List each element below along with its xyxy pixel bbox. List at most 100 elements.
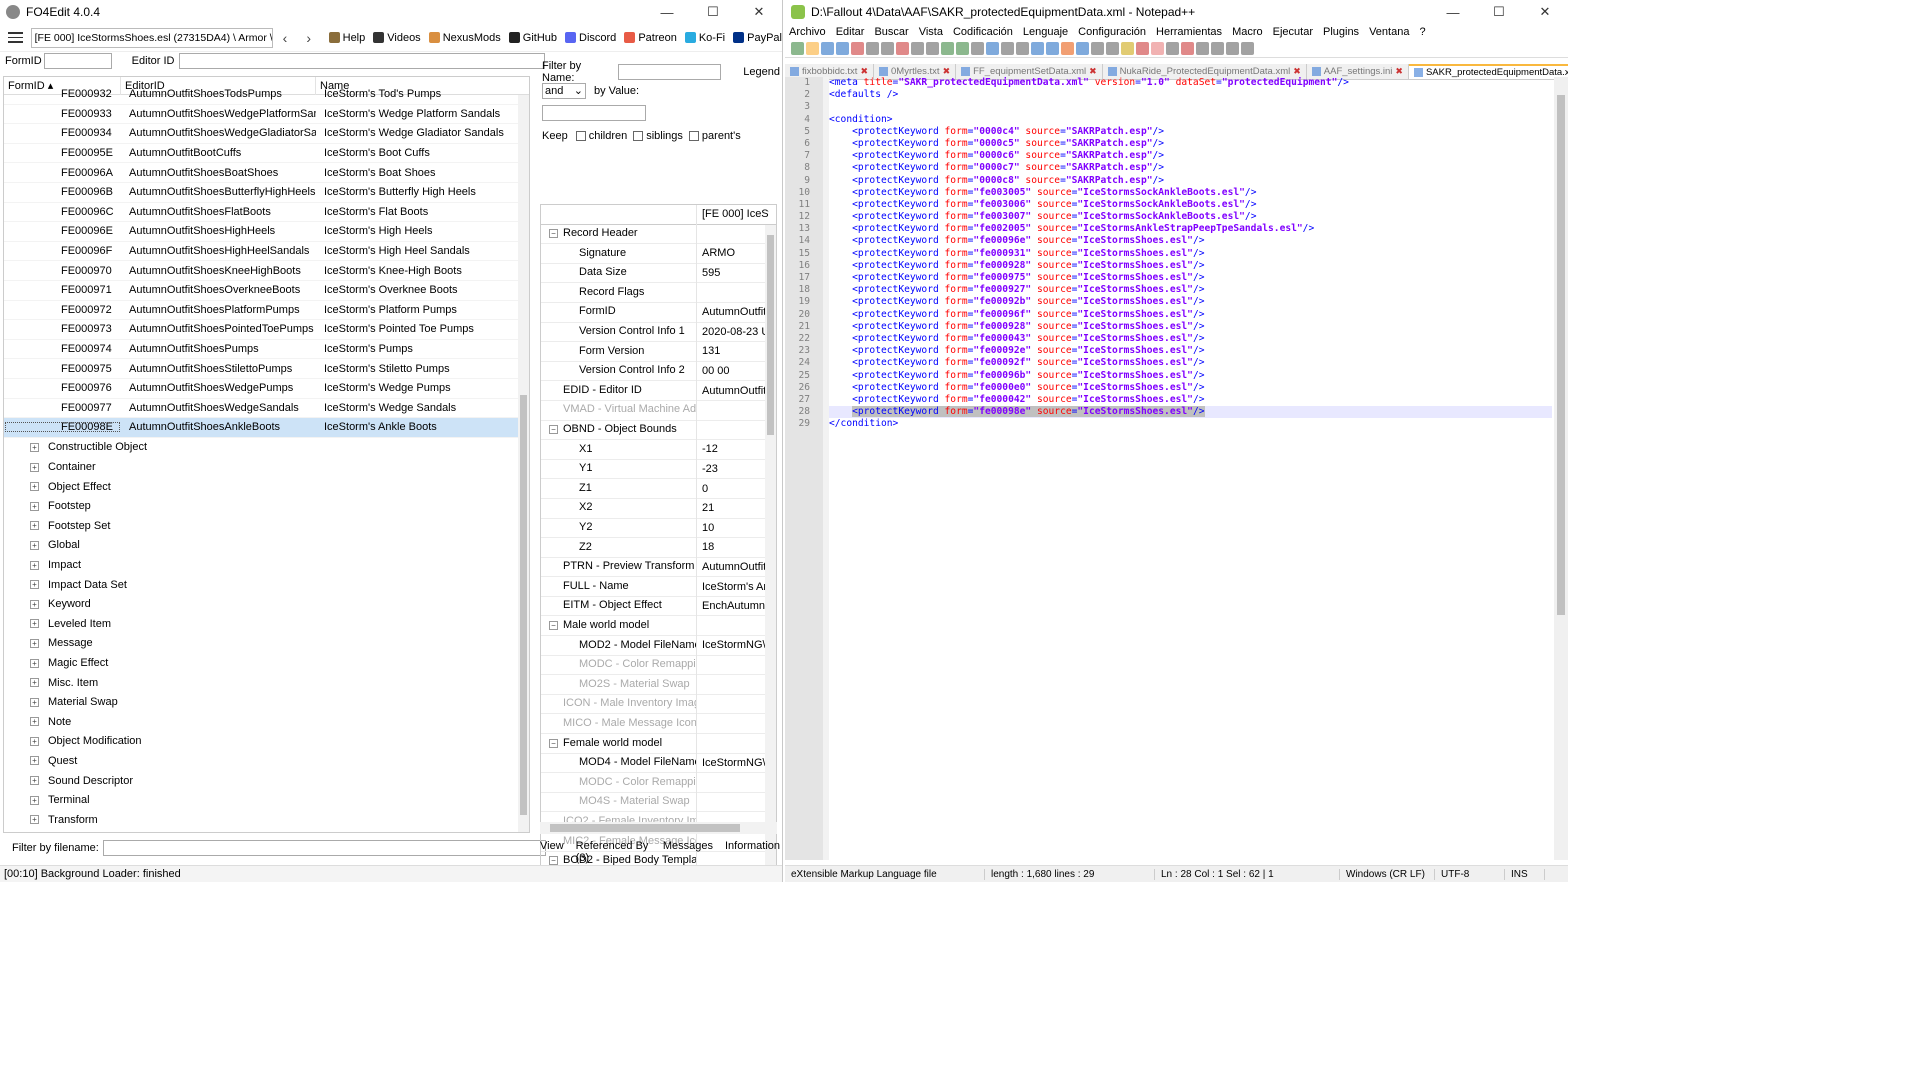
menu-item[interactable]: Configuración [1078, 26, 1146, 38]
tree-group[interactable]: + Transform [4, 810, 529, 830]
tree-group[interactable]: + Magic Effect [4, 653, 529, 673]
minimize-button[interactable]: — [1430, 0, 1476, 24]
tree-group[interactable]: + Constructible Object [4, 438, 529, 458]
code-line[interactable]: <protectKeyword form="0000c5" source="SA… [829, 138, 1552, 150]
expand-plus-icon[interactable]: + [30, 540, 39, 550]
record-field[interactable]: FULL - Name IceStorm's Ankl [541, 576, 776, 597]
keep-children-checkbox[interactable] [575, 131, 586, 141]
record-field[interactable]: Z1 0 [541, 478, 776, 499]
toolbar-github-button[interactable]: GitHub [508, 32, 557, 44]
toolbar-discord-button[interactable]: Discord [565, 32, 616, 44]
collapse-minus-icon[interactable]: − [549, 229, 558, 239]
toolbar-patreon-button[interactable]: Patreon [624, 32, 677, 44]
menu-item[interactable]: Ejecutar [1273, 26, 1313, 38]
collapse-minus-icon[interactable]: − [549, 425, 558, 435]
code-line[interactable]: <protectKeyword form="fe000927" source="… [829, 284, 1552, 296]
record-field[interactable]: MODC - Color Remappin... [541, 655, 776, 676]
expand-plus-icon[interactable]: + [30, 776, 39, 786]
record-field[interactable]: Y1 -23 [541, 459, 776, 480]
legend-button[interactable]: Legend [743, 66, 780, 78]
editor-scrollbar[interactable] [1554, 77, 1568, 860]
code-line[interactable]: <protectKeyword form="fe003005" source="… [829, 187, 1552, 199]
toolbar-icon[interactable] [1151, 42, 1164, 55]
record-field[interactable]: PTRN - Preview Transform AutumnOutfitSh [541, 557, 776, 578]
code-line[interactable]: <protectKeyword form="fe003007" source="… [829, 211, 1552, 223]
code-line[interactable]: <meta title="SAKR_protectedEquipmentData… [829, 77, 1552, 89]
code-line[interactable]: <protectKeyword form="fe000975" source="… [829, 272, 1552, 284]
code-line[interactable] [829, 101, 1552, 113]
tree-group[interactable]: + Quest [4, 751, 529, 771]
record-field[interactable]: Form Version 131 [541, 341, 776, 362]
toolbar-icon[interactable] [806, 42, 819, 55]
code-line[interactable]: <protectKeyword form="fe00092b" source="… [829, 296, 1552, 308]
expand-plus-icon[interactable]: + [30, 697, 39, 707]
toolbar-icon[interactable] [1016, 42, 1029, 55]
expand-plus-icon[interactable]: + [30, 736, 39, 746]
tree-group[interactable]: + Footstep [4, 496, 529, 516]
code-line[interactable]: <protectKeyword form="fe00096b" source="… [829, 370, 1552, 382]
code-line[interactable]: <protectKeyword form="fe00096f" source="… [829, 309, 1552, 321]
toolbar-icon[interactable] [836, 42, 849, 55]
tree-group[interactable]: + Misc. Item [4, 673, 529, 693]
expand-plus-icon[interactable]: + [30, 482, 39, 492]
table-row[interactable]: FE00096C AutumnOutfitShoesFlatBoots IceSto… [4, 203, 529, 223]
table-row[interactable]: FE000971 AutumnOutfitShoesOverkneeBoots Ic… [4, 281, 529, 301]
code-line[interactable]: <protectKeyword form="0000c6" source="SA… [829, 150, 1552, 162]
toolbar-help-button[interactable]: Help [328, 32, 365, 44]
toolbar-icon[interactable] [1226, 42, 1239, 55]
toolbar-icon[interactable] [971, 42, 984, 55]
toolbar-icon[interactable] [1136, 42, 1149, 55]
editorid-input[interactable] [179, 53, 546, 69]
toolbar-icon[interactable] [1076, 42, 1089, 55]
tree-group[interactable]: + Keyword [4, 594, 529, 614]
toolbar-icon[interactable] [956, 42, 969, 55]
toolbar-kofi-button[interactable]: Ko-Fi [684, 32, 725, 44]
table-row[interactable]: FE000972 AutumnOutfitShoesPlatformPumps Ic… [4, 301, 529, 321]
menu-item[interactable]: Buscar [874, 26, 908, 38]
record-field[interactable]: Version Control Info 1 2020-08-23 Use [541, 322, 776, 343]
expand-plus-icon[interactable]: + [30, 638, 39, 648]
record-field[interactable]: Y2 10 [541, 518, 776, 539]
code-line[interactable]: <protectKeyword form="fe00096e" source="… [829, 235, 1552, 247]
toolbar-icon[interactable] [851, 42, 864, 55]
code-line[interactable]: <protectKeyword form="fe00092f" source="… [829, 357, 1552, 369]
record-field[interactable]: ICON - Male Inventory Image [541, 694, 776, 715]
tab-view[interactable]: View [540, 840, 564, 864]
table-row[interactable]: FE00096E AutumnOutfitShoesHighHeels IceSto… [4, 222, 529, 242]
menu-item[interactable]: Archivo [789, 26, 826, 38]
tree-group[interactable]: + Object Effect [4, 477, 529, 497]
record-field[interactable]: EDID - Editor ID AutumnOutfitSh [541, 380, 776, 401]
menu-item[interactable]: Lenguaje [1023, 26, 1068, 38]
filter-name-input[interactable] [618, 64, 722, 80]
code-line[interactable]: <protectKeyword form="fe000043" source="… [829, 333, 1552, 345]
toolbar-icon[interactable] [1241, 42, 1254, 55]
tree-group[interactable]: + Material Swap [4, 692, 529, 712]
forward-arrow-icon[interactable]: › [297, 30, 321, 46]
close-button[interactable]: ✕ [1522, 0, 1568, 24]
code-line[interactable]: <protectKeyword form="0000c4" source="SA… [829, 126, 1552, 138]
toolbar-icon[interactable] [791, 42, 804, 55]
toolbar-icon[interactable] [1106, 42, 1119, 55]
view-hscrollbar[interactable] [540, 822, 777, 834]
tree-group[interactable]: + Message [4, 634, 529, 654]
tab-information[interactable]: Information [725, 840, 780, 864]
code-line[interactable]: <protectKeyword form="0000c7" source="SA… [829, 162, 1552, 174]
expand-plus-icon[interactable]: + [30, 717, 39, 727]
record-field[interactable]: MICO - Male Message Icon [541, 713, 776, 735]
record-field[interactable]: MOD2 - Model FileName IceStormNG\Cl. [541, 635, 776, 656]
tree-group[interactable]: + Terminal [4, 790, 529, 810]
code-line[interactable]: <protectKeyword form="0000c8" source="SA… [829, 175, 1552, 187]
record-field[interactable]: − OBND - Object Bounds [541, 420, 776, 441]
code-line[interactable]: <protectKeyword form="fe003006" source="… [829, 199, 1552, 211]
tree-group[interactable]: + Sound Descriptor [4, 771, 529, 791]
toolbar-icon[interactable] [941, 42, 954, 55]
tree-group[interactable]: + Impact Data Set [4, 575, 529, 595]
record-field[interactable]: MOD4 - Model FileName IceStormNG\Cl. [541, 753, 776, 774]
record-field[interactable]: MODC - Color Remappin... [541, 772, 776, 793]
maximize-button[interactable]: ☐ [1476, 0, 1522, 24]
toolbar-icon[interactable] [1001, 42, 1014, 55]
tree-group[interactable]: + Object Modification [4, 732, 529, 752]
record-field[interactable]: − Female world model [541, 733, 776, 754]
toolbar-icon[interactable] [1166, 42, 1179, 55]
record-field[interactable]: MO4S - Material Swap [541, 792, 776, 813]
